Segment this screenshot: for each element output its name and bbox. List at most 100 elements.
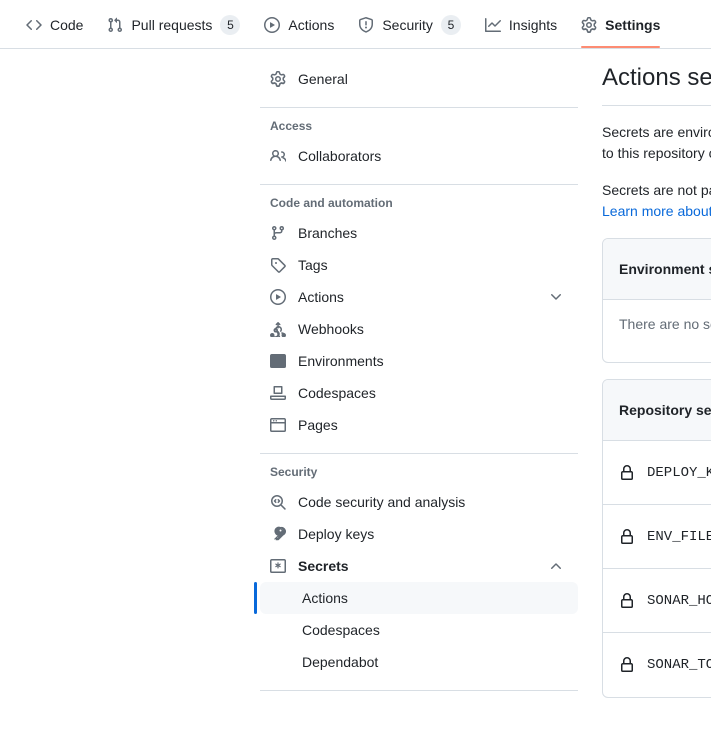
repository-secrets-header: Repository secrets New repository secret [603,380,711,441]
sidebar-section-security: Security Code security and analysis Depl… [254,465,578,678]
sidebar-item-label: Tags [298,257,328,273]
sidebar-subitem-label: Dependabot [302,654,379,670]
codespaces-icon [270,385,286,401]
code-icon [26,17,42,33]
gear-icon [270,71,286,87]
table-row[interactable]: ENV_FILE Updated last week [603,505,711,569]
nav-tab-label: Insights [508,16,558,33]
settings-main-content: Actions secrets Secrets are environment … [578,49,711,729]
secret-name: SONAR_TOKEN [647,657,711,673]
git-pull-request-icon [107,17,123,33]
browser-icon [270,417,286,433]
repository-secrets-card: Repository secrets New repository secret… [602,379,711,698]
sidebar-item-label: Branches [298,225,358,241]
sidebar-section-heading: Security [270,465,318,479]
repo-navigation-bar: Code Pull requests 5 Actions Security 5 … [0,0,711,49]
nav-tab-security[interactable]: Security 5 [350,1,469,48]
chevron-down-icon[interactable] [548,289,564,305]
sidebar-item-label: Webhooks [298,321,364,337]
sidebar-item-pages[interactable]: Pages [260,409,578,441]
tag-icon [270,257,286,273]
chevron-up-icon[interactable] [548,558,564,574]
sidebar-section-heading: Access [270,119,313,133]
sidebar-subitem-secrets-dependabot[interactable]: Dependabot [260,646,578,678]
sidebar-item-label: Actions [298,289,344,305]
nav-tab-settings[interactable]: Settings [573,1,668,48]
sidebar-item-label: Environments [298,353,384,369]
sidebar-item-secrets[interactable]: Secrets [260,550,578,582]
secret-name: SONAR_HOST_URL [647,592,711,609]
sidebar-item-label: Deploy keys [298,526,375,542]
nav-tab-insights[interactable]: Insights [477,1,565,48]
secrets-description-1: Secrets are environment variables that a… [602,124,711,161]
play-icon [264,16,281,33]
sidebar-subitem-label: Codespaces [302,622,380,638]
sidebar-divider [260,690,578,691]
environment-secrets-card: Environment secrets Manage environments … [602,238,711,363]
sidebar-item-label: General [298,71,348,87]
nav-tab-pull-requests[interactable]: Pull requests 5 [99,1,248,48]
repository-secrets-title: Repository secrets [619,402,711,418]
sidebar-section-access: Access Collaborators [260,120,578,172]
settings-sidebar: General Access Collaborators Code and au… [254,49,578,729]
sidebar-subitem-secrets-actions[interactable]: Actions [254,582,578,614]
play-icon [270,289,286,305]
codescan-icon [270,494,286,510]
sidebar-item-label: Collaborators [298,148,382,164]
git-branch-icon [270,225,286,241]
learn-more-secrets-link[interactable]: Learn more about encrypted secrets [602,203,711,219]
gear-icon [581,16,597,33]
sidebar-subitem-secrets-codespaces[interactable]: Codespaces [260,614,578,646]
server-icon [270,353,286,369]
sidebar-item-label: Code security and analysis [298,494,466,510]
table-row[interactable]: DEPLOY_KEY Updated 3 weeks ago [603,441,711,505]
nav-tab-label: Actions [288,16,335,33]
sidebar-item-code-security-and-analysis[interactable]: Code security and analysis [260,486,578,518]
secrets-description-2: Secrets are not passed to workflows that… [602,180,711,222]
lock-icon [619,657,635,673]
sidebar-item-codespaces[interactable]: Codespaces [260,377,578,409]
sidebar-item-webhooks[interactable]: Webhooks [260,313,578,345]
page-body: General Access Collaborators Code and au… [0,49,711,729]
sidebar-item-collaborators[interactable]: Collaborators [260,140,578,172]
people-icon [270,148,286,164]
table-row[interactable]: SONAR_TOKEN Updated 2 months ago [603,633,711,697]
security-count-badge: 5 [440,14,461,35]
lock-icon [619,592,635,609]
sidebar-divider [260,184,578,185]
sidebar-item-label: Secrets [298,558,349,574]
page-title: Actions secrets [602,64,711,91]
nav-tab-code[interactable]: Code [18,1,91,48]
lock-icon [619,464,635,481]
sidebar-item-tags[interactable]: Tags [260,249,578,281]
sidebar-section-heading: Code and automation [270,196,393,210]
table-row[interactable]: SONAR_HOST_URL Updated 2 months ago [603,569,711,633]
sidebar-item-environments[interactable]: Environments [260,345,578,377]
lock-icon [619,528,635,545]
sidebar-item-general[interactable]: General [260,63,578,95]
environment-secrets-header: Environment secrets Manage environments [603,239,711,300]
sidebar-divider [260,107,578,108]
shield-icon [358,16,374,33]
sidebar-item-actions[interactable]: Actions [260,281,578,313]
nav-tab-label: Settings [605,16,661,33]
secret-name: ENV_FILE [647,528,711,545]
nav-tab-actions[interactable]: Actions [256,1,342,48]
pull-requests-count-badge: 5 [220,14,241,35]
secrets-description-2-prefix: Secrets are not passed to workflows that… [602,182,711,198]
asterisk-icon [270,558,286,574]
key-icon [270,526,286,542]
nav-tab-label: Security [382,16,433,33]
left-gutter [0,49,260,729]
environment-secrets-empty-state: There are no secrets for this repository… [619,316,711,332]
sidebar-section-code-automation: Code and automation Branches Tags Action… [260,197,578,441]
environment-secrets-title: Environment secrets [619,261,711,277]
title-divider [602,105,711,106]
sidebar-item-branches[interactable]: Branches [260,217,578,249]
sidebar-item-label: Pages [298,417,338,433]
secret-name: DEPLOY_KEY [647,464,711,481]
webhook-icon [270,321,286,337]
sidebar-item-deploy-keys[interactable]: Deploy keys [260,518,578,550]
nav-tab-label: Code [50,16,84,33]
sidebar-subitem-label: Actions [302,590,348,606]
